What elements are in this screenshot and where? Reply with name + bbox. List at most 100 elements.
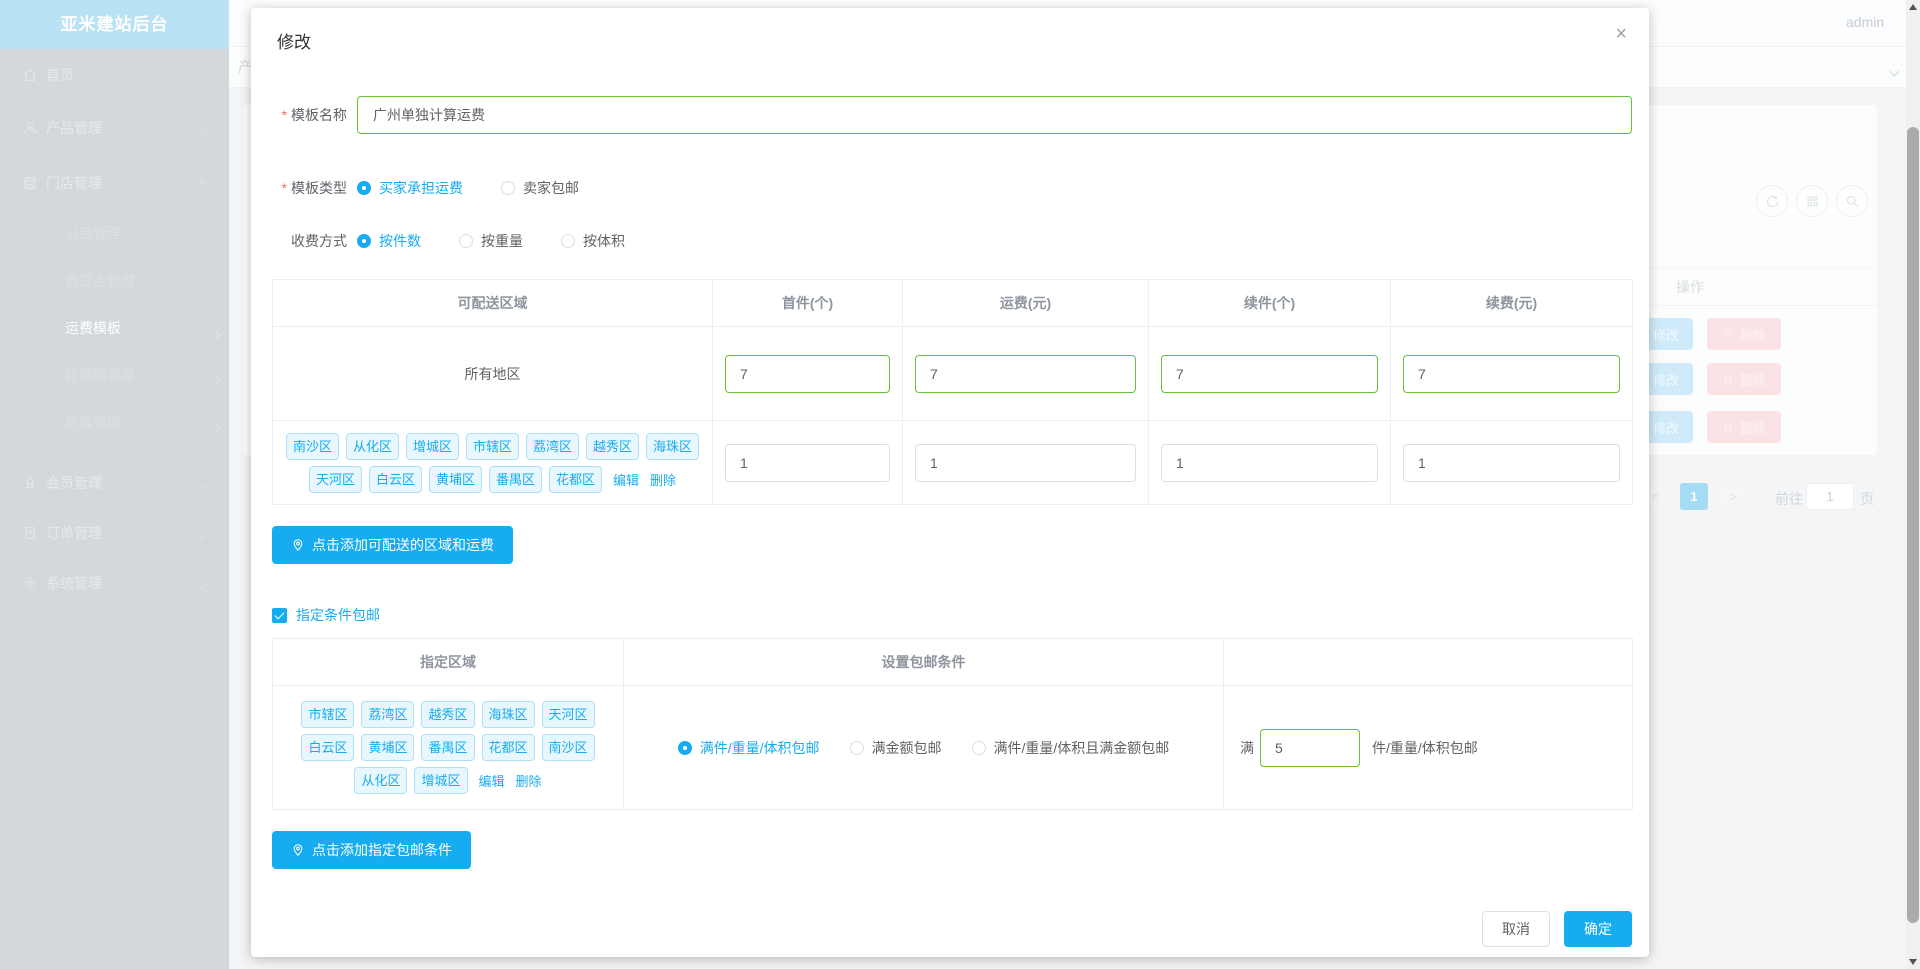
- free-condition-checkbox-label[interactable]: 指定条件包邮: [296, 605, 380, 625]
- cancel-button[interactable]: 取消: [1482, 911, 1550, 947]
- threshold-prefix-label: 满: [1240, 739, 1254, 756]
- region-tag[interactable]: 从化区: [345, 432, 399, 460]
- sidebar-subitem-pickup-points[interactable]: 自提点管理: [65, 271, 135, 291]
- radio-label: 买家承担运费: [379, 180, 463, 196]
- region-tag[interactable]: 番禺区: [421, 734, 475, 761]
- search-button[interactable]: [1836, 185, 1868, 217]
- refresh-button[interactable]: [1756, 185, 1788, 217]
- close-icon[interactable]: ×: [1615, 24, 1627, 44]
- delete-button[interactable]: 删除: [1707, 318, 1781, 350]
- radio-free-by-amount[interactable]: 满金额包邮: [849, 738, 942, 758]
- sidebar-item-system[interactable]: 系统管理: [0, 572, 229, 594]
- sidebar-item-members[interactable]: 会员管理: [0, 472, 229, 494]
- delete-button[interactable]: 删除: [1707, 411, 1781, 443]
- region-tag[interactable]: 越秀区: [586, 432, 640, 460]
- region-tag[interactable]: 越秀区: [421, 701, 475, 728]
- scroll-down-icon[interactable]: [1909, 959, 1917, 965]
- region-tag[interactable]: 花都区: [481, 734, 535, 761]
- charge-method-label: 收费方式: [291, 233, 347, 249]
- region-tag[interactable]: 番禺区: [488, 465, 542, 493]
- checkbox-checked-icon[interactable]: [272, 607, 287, 623]
- region-tag[interactable]: 海珠区: [646, 432, 700, 460]
- username[interactable]: admin: [1846, 14, 1884, 30]
- fee-input[interactable]: [915, 443, 1136, 482]
- chevron-down-icon: [196, 120, 207, 136]
- fee-input[interactable]: [915, 354, 1136, 393]
- edit-condition-regions-link[interactable]: 编辑: [479, 771, 505, 790]
- delete-regions-link[interactable]: 删除: [650, 470, 676, 489]
- region-tag[interactable]: 黄埔区: [428, 465, 482, 493]
- delete-condition-regions-link[interactable]: 删除: [516, 771, 542, 790]
- trash-icon: [1724, 422, 1733, 432]
- region-tag[interactable]: 增城区: [405, 432, 459, 460]
- row-expand-icon[interactable]: [210, 371, 221, 389]
- divider: [1610, 404, 1877, 405]
- radio-free-by-quantity[interactable]: 满件/重量/体积包邮: [677, 738, 820, 758]
- region-tag[interactable]: 花都区: [549, 465, 603, 493]
- sidebar-item-home[interactable]: 首页: [0, 64, 229, 86]
- radio-by-piece[interactable]: 按件数: [357, 231, 421, 251]
- confirm-button[interactable]: 确定: [1564, 911, 1632, 947]
- template-name-input[interactable]: [357, 96, 1632, 134]
- threshold-input[interactable]: [1260, 728, 1360, 767]
- layout-button[interactable]: [1796, 185, 1828, 217]
- scroll-up-icon[interactable]: [1909, 4, 1917, 10]
- row-expand-icon[interactable]: [210, 419, 221, 437]
- region-tag[interactable]: 荔湾区: [361, 701, 415, 728]
- additional-fee-input[interactable]: [1403, 354, 1620, 393]
- radio-buyer-pays[interactable]: 买家承担运费: [357, 178, 463, 198]
- first-piece-input[interactable]: [725, 354, 890, 393]
- scrollbar-thumb[interactable]: [1907, 127, 1919, 923]
- region-tag[interactable]: 增城区: [414, 767, 468, 794]
- row-expand-icon[interactable]: [210, 326, 221, 344]
- divider: [1649, 267, 1877, 268]
- region-tag[interactable]: 荔湾区: [526, 432, 580, 460]
- sidebar-item-store[interactable]: 门店管理: [0, 172, 229, 194]
- region-tag[interactable]: 海珠区: [481, 701, 535, 728]
- radio-label: 按件数: [379, 233, 421, 249]
- scrollbar[interactable]: [1906, 0, 1920, 969]
- region-tag[interactable]: 南沙区: [541, 734, 595, 761]
- first-piece-input[interactable]: [725, 443, 890, 482]
- app-title: 亚米建站后台: [0, 0, 229, 49]
- pagination-page-1[interactable]: 1: [1680, 483, 1708, 510]
- region-tag[interactable]: 天河区: [541, 701, 595, 728]
- shipping-regions-table: 可配送区域 首件(个) 运费(元) 续件(个) 续费(元) 所有地区 7 7 7…: [272, 279, 1633, 505]
- pagination-goto-input[interactable]: [1806, 483, 1854, 510]
- template-type-label: 模板类型: [277, 178, 347, 198]
- delete-button[interactable]: 删除: [1707, 363, 1781, 395]
- medal-icon: [22, 475, 38, 491]
- sidebar-item-orders[interactable]: 订单管理: [0, 522, 229, 544]
- column-header-additional-piece: 续件(个): [1148, 279, 1391, 327]
- edit-regions-link[interactable]: 编辑: [613, 470, 639, 489]
- delete-button-label: 删除: [1739, 372, 1766, 388]
- region-tag[interactable]: 南沙区: [285, 432, 339, 460]
- sidebar-subitem-announcements[interactable]: 公告管理: [65, 223, 121, 243]
- sidebar-item-label: 产品管理: [46, 120, 102, 136]
- sidebar-item-products[interactable]: 产品管理: [0, 117, 229, 139]
- pagination-next[interactable]: >: [1719, 483, 1747, 510]
- region-tag[interactable]: 白云区: [368, 465, 422, 493]
- additional-piece-input[interactable]: [1161, 354, 1378, 393]
- additional-fee-input[interactable]: [1403, 443, 1620, 482]
- region-tag[interactable]: 天河区: [308, 465, 362, 493]
- sidebar-subitem-carousel[interactable]: 轮播图管理: [65, 365, 135, 385]
- sidebar-subitem-hot-search[interactable]: 热搜管理: [65, 413, 121, 433]
- region-tag[interactable]: 市辖区: [465, 432, 519, 460]
- region-tag[interactable]: 黄埔区: [361, 734, 415, 761]
- radio-by-volume[interactable]: 按体积: [561, 231, 625, 251]
- sidebar-subitem-shipping-templates[interactable]: 运费模板: [65, 318, 121, 338]
- radio-selected-icon: [357, 234, 371, 248]
- add-condition-button[interactable]: 点击添加指定包邮条件: [272, 831, 471, 869]
- additional-piece-input[interactable]: [1161, 443, 1378, 482]
- add-region-button[interactable]: 点击添加可配送的区域和运费: [272, 526, 513, 564]
- add-condition-button-label: 点击添加指定包邮条件: [312, 842, 452, 858]
- region-tag[interactable]: 市辖区: [301, 701, 355, 728]
- free-condition-row: 指定条件包邮: [272, 605, 1632, 625]
- radio-by-weight[interactable]: 按重量: [459, 231, 523, 251]
- radio-seller-free-shipping[interactable]: 卖家包邮: [501, 178, 579, 198]
- region-tag[interactable]: 从化区: [354, 767, 408, 794]
- region-tag[interactable]: 白云区: [301, 734, 355, 761]
- delete-button-label: 删除: [1739, 420, 1766, 436]
- radio-free-by-quantity-and-amount[interactable]: 满件/重量/体积且满金额包邮: [971, 738, 1169, 758]
